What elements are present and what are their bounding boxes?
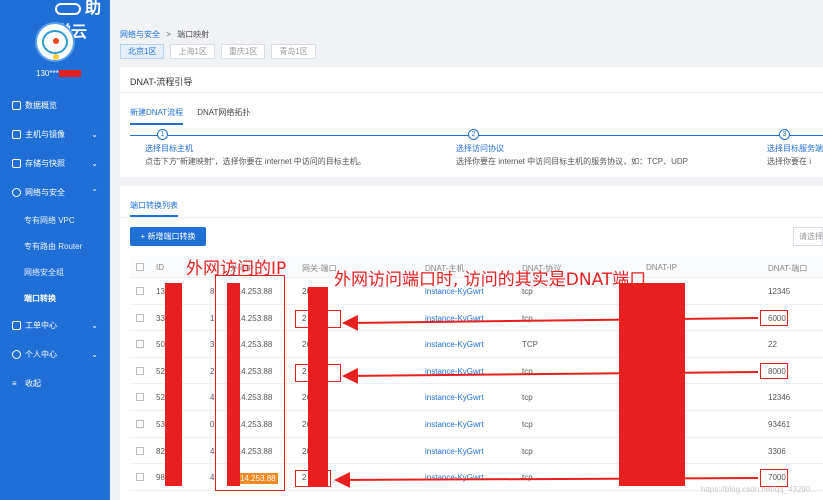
watermark: https://blog.csdn.net/qq_43290...: [700, 485, 817, 494]
annotation-port-note: 外网访问端口时, 访问的其实是DNAT端口: [334, 270, 647, 290]
annotation-arrows: [334, 314, 759, 488]
arrow-8000: [342, 367, 759, 384]
annotation-ip-note: 外网访问的IP: [186, 259, 287, 279]
arrow-6000: [342, 314, 759, 331]
arrow-7000: [334, 471, 759, 488]
